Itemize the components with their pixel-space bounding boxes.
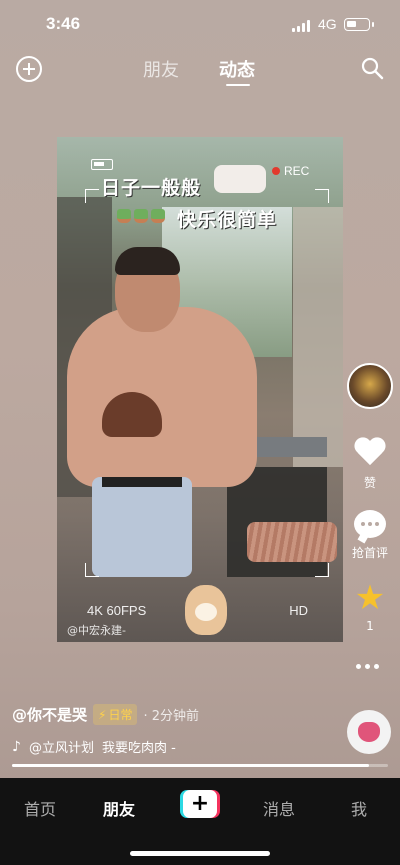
frame-corner [315,189,329,203]
nav-me[interactable]: 我 [351,796,367,820]
plus-icon: + [183,790,217,818]
camera-fps-label: 4K 60FPS [87,603,147,618]
rec-dot-icon [272,167,280,175]
music-source: @立风计划 [28,741,94,756]
nav-messages[interactable]: 消息 [263,796,295,820]
music-title: 我要吃肉肉 - [101,741,176,756]
network-type: 4G [318,16,337,32]
daily-tag-label: 日常 [108,708,133,722]
add-friend-icon[interactable] [16,56,42,82]
music-info[interactable]: ♪ @立风计划 我要吃肉肉 - [12,737,176,757]
battery-icon [344,18,374,31]
status-time: 3:46 [46,14,81,33]
frame-corner [315,563,329,577]
status-bar: 3:46 4G [0,0,400,50]
person-body [67,307,257,487]
signal-icon [292,20,310,32]
author-name[interactable]: @你不是哭 [12,704,87,725]
favorite-count: 1 [366,619,374,633]
camera-hd-label: HD [289,603,308,618]
search-icon[interactable] [360,56,384,80]
sticker-caption-line1: 日子一般般 [101,177,202,199]
person-hair [115,247,180,275]
music-note-icon: ♪ [12,738,21,755]
skewers [247,522,337,562]
favorite-button[interactable]: ★ 1 [346,578,394,633]
tab-moments[interactable]: 动态 [219,56,255,82]
home-indicator [130,851,270,856]
hamster-sticker-icon [185,585,227,635]
rec-label: REC [284,164,310,178]
tab-friends[interactable]: 朋友 [143,56,179,82]
plant-sticker-icon [117,209,165,223]
comment-icon [354,510,386,538]
playback-progress[interactable] [12,764,388,767]
progress-fill [12,764,370,767]
post-meta: @你不是哭 ⚡ 日常 · 2分钟前 [12,704,199,725]
more-options-icon[interactable] [356,664,379,669]
person-belt [102,477,182,487]
camera-battery-icon [91,159,113,170]
daily-tag[interactable]: ⚡ 日常 [93,704,138,725]
star-icon: ★ [354,578,386,618]
nav-friends[interactable]: 朋友 [103,796,135,820]
post-time: · 2分钟前 [143,709,200,724]
create-button[interactable]: + [180,790,220,818]
like-button[interactable]: 赞 [346,438,394,491]
sticker-caption-line2: 快乐很简单 [177,209,278,231]
comment-label: 抢首评 [351,546,388,560]
author-avatar[interactable] [347,363,393,409]
music-disc-icon[interactable] [347,710,391,754]
background-wall [293,207,343,467]
rec-indicator: REC [272,164,309,178]
comment-button[interactable]: 抢首评 [346,510,394,561]
top-nav: 朋友 动态 [0,52,400,88]
watermark: @中宏永建- [67,624,126,637]
like-label: 赞 [363,476,376,490]
active-tab-indicator [226,84,250,86]
post-image[interactable]: 日子一般般 REC 快乐很简单 4K 60FPS HD @中宏永建- [57,137,343,642]
lightning-icon: ⚡ [98,707,107,722]
nav-home[interactable]: 首页 [24,796,56,820]
person-shorts [92,477,192,577]
heart-icon [354,438,386,468]
frame-corner [85,563,99,577]
frame-corner [85,189,99,203]
cat-sticker-icon [214,165,266,193]
